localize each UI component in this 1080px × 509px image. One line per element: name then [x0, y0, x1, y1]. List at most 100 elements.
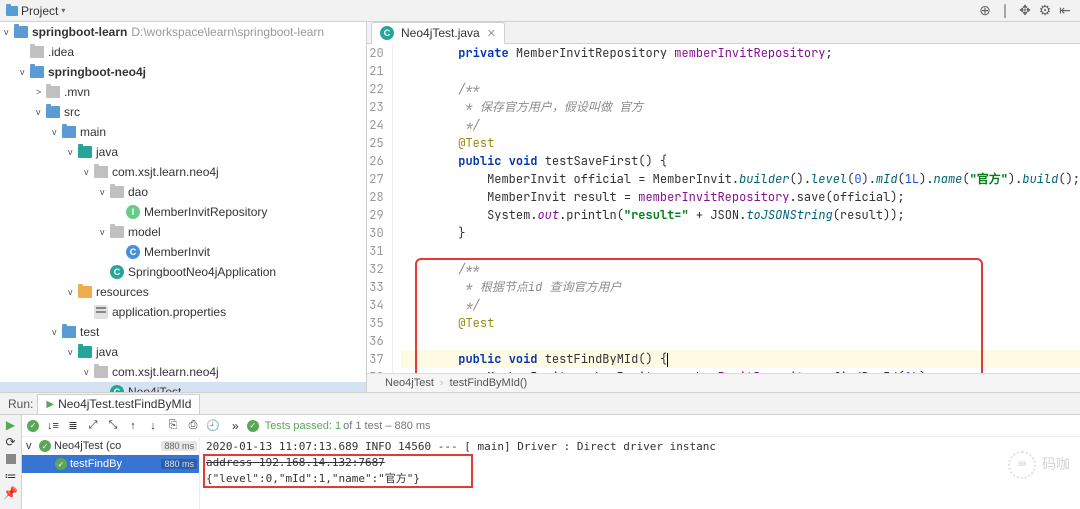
blue-icon: [62, 326, 76, 338]
code-line[interactable]: public void testSaveFirst() {: [401, 152, 1080, 170]
code-line[interactable]: @Test: [401, 134, 1080, 152]
prev-icon[interactable]: ↑: [124, 417, 142, 435]
tree-item[interactable]: vdao: [0, 182, 366, 202]
class-icon: C: [126, 245, 140, 259]
tree-arrow-icon[interactable]: v: [100, 187, 110, 197]
test-tree[interactable]: v✓Neo4jTest (co880 ms✓testFindBy880 ms: [22, 437, 200, 509]
tree-arrow-icon[interactable]: v: [68, 347, 78, 357]
divider-icon: ∣: [996, 2, 1014, 20]
tree-arrow-icon[interactable]: v: [20, 67, 30, 77]
tree-item[interactable]: >.mvn: [0, 82, 366, 102]
sort-icon[interactable]: ↓≡: [44, 417, 62, 435]
grey-icon: [30, 46, 44, 58]
run-controls: ▶ ⟳ ≔ 📌: [0, 415, 22, 509]
class-teal-icon: C: [110, 385, 124, 392]
code-line[interactable]: private MemberInvitRepository memberInvi…: [401, 44, 1080, 62]
tree-arrow-icon[interactable]: v: [84, 367, 94, 377]
class-teal-icon: C: [110, 265, 124, 279]
tree-item-label: .idea: [48, 45, 74, 59]
console-highlight-box: [203, 454, 473, 488]
code-line[interactable]: * 保存官方用户，假设叫做 官方: [401, 98, 1080, 116]
tree-item-label: test: [80, 325, 99, 339]
import-icon[interactable]: ⎘: [164, 417, 182, 435]
history-icon[interactable]: 🕘: [204, 417, 222, 435]
editor-tab[interactable]: C Neo4jTest.java ✕: [371, 22, 505, 44]
test-tree-item[interactable]: ✓testFindBy880 ms: [22, 455, 199, 473]
console[interactable]: ⌨ 码咖 2020-01-13 11:07:13.689 INFO 14560 …: [200, 437, 1080, 509]
rerun-failed-icon[interactable]: ⟳: [3, 434, 19, 450]
filter-icon[interactable]: ≣: [64, 417, 82, 435]
tree-item[interactable]: vmodel: [0, 222, 366, 242]
code-line[interactable]: [401, 62, 1080, 80]
close-icon[interactable]: ✕: [487, 27, 496, 40]
tree-arrow-icon[interactable]: v: [84, 167, 94, 177]
tree-arrow-icon[interactable]: v: [36, 107, 46, 117]
tree-arrow-icon[interactable]: v: [52, 127, 62, 137]
code-area[interactable]: private MemberInvitRepository memberInvi…: [393, 44, 1080, 373]
tree-item-label: Neo4jTest: [128, 385, 181, 392]
gear-icon[interactable]: ⚙: [1036, 2, 1054, 20]
tree-arrow-icon[interactable]: v: [68, 147, 78, 157]
collapse-icon[interactable]: ⊕: [976, 2, 994, 20]
blue-icon: [30, 66, 44, 78]
tree-item[interactable]: CMemberInvit: [0, 242, 366, 262]
project-panel-label[interactable]: Project ▾: [0, 4, 71, 18]
code-line[interactable]: System.out.println("result=" + JSON.toJS…: [401, 206, 1080, 224]
prop-icon: [94, 305, 108, 319]
tree-item[interactable]: .idea: [0, 42, 366, 62]
pass-icon: ✓: [39, 440, 51, 452]
tree-item[interactable]: vjava: [0, 142, 366, 162]
tree-item[interactable]: application.properties: [0, 302, 366, 322]
gutter[interactable]: 20212223242526▶2728293031323334353637▶38…: [367, 44, 393, 373]
test-tree-item[interactable]: v✓Neo4jTest (co880 ms: [22, 437, 199, 455]
tree-item[interactable]: v src: [0, 102, 366, 122]
target-icon[interactable]: ✥: [1016, 2, 1034, 20]
collapse-all-icon[interactable]: ⇤: [1056, 2, 1074, 20]
tree-item[interactable]: vmain: [0, 122, 366, 142]
code-line[interactable]: MemberInvit official = MemberInvit.build…: [401, 170, 1080, 188]
project-label-text: Project: [21, 4, 58, 18]
tree-item-label: src: [64, 105, 80, 119]
teal-icon: [78, 146, 92, 158]
test-label: testFindBy: [70, 458, 122, 470]
next-icon[interactable]: ↓: [144, 417, 162, 435]
tree-arrow-icon[interactable]: v: [68, 287, 78, 297]
tree-item[interactable]: v com.xsjt.learn.neo4j: [0, 162, 366, 182]
tree-root-path: D:\workspace\learn\springboot-learn: [131, 25, 324, 39]
console-line: 2020-01-13 11:07:13.689 INFO 14560 --- […: [206, 439, 1074, 455]
tree-item[interactable]: vspringboot-neo4j: [0, 62, 366, 82]
tree-item[interactable]: v test: [0, 322, 366, 342]
dropdown-icon: ▾: [61, 6, 65, 15]
tree-arrow-icon[interactable]: v: [52, 327, 62, 337]
export-icon[interactable]: ⎙: [184, 417, 202, 435]
layout-icon[interactable]: ≔: [3, 468, 19, 484]
tree-item[interactable]: IMemberInvitRepository: [0, 202, 366, 222]
stop-icon[interactable]: [3, 451, 19, 467]
tree-arrow-icon[interactable]: >: [36, 87, 46, 97]
tree-item[interactable]: vresources: [0, 282, 366, 302]
tree-root[interactable]: v springboot-learn D:\workspace\learn\sp…: [0, 22, 366, 42]
code-line[interactable]: */: [401, 116, 1080, 134]
breadcrumb[interactable]: Neo4jTest › testFindByMId(): [367, 373, 1080, 392]
highlight-box: [415, 258, 983, 373]
tree-item-label: com.xsjt.learn.neo4j: [112, 165, 219, 179]
test-label: Neo4jTest (co: [54, 440, 121, 452]
tree-item[interactable]: CSpringbootNeo4jApplication: [0, 262, 366, 282]
tree-item[interactable]: C Neo4jTest: [0, 382, 366, 392]
pass-filter-icon[interactable]: ✓: [24, 417, 42, 435]
tree-item-label: application.properties: [112, 305, 226, 319]
tree-arrow-icon[interactable]: v: [100, 227, 110, 237]
interface-icon: I: [126, 205, 140, 219]
project-tree[interactable]: v springboot-learn D:\workspace\learn\sp…: [0, 22, 367, 392]
tree-item[interactable]: v java: [0, 342, 366, 362]
run-icon[interactable]: ▶: [3, 417, 19, 433]
code-line[interactable]: }: [401, 224, 1080, 242]
tree-item[interactable]: vcom.xsjt.learn.neo4j: [0, 362, 366, 382]
pin-icon[interactable]: 📌: [3, 485, 19, 501]
collapse-icon[interactable]: ⤡: [104, 417, 122, 435]
code-line[interactable]: MemberInvit result = memberInvitReposito…: [401, 188, 1080, 206]
tree-item-label: java: [96, 345, 118, 359]
code-line[interactable]: /**: [401, 80, 1080, 98]
expand-icon[interactable]: ⤢: [84, 417, 102, 435]
run-tab[interactable]: ▶ Neo4jTest.testFindByMId: [37, 394, 200, 414]
